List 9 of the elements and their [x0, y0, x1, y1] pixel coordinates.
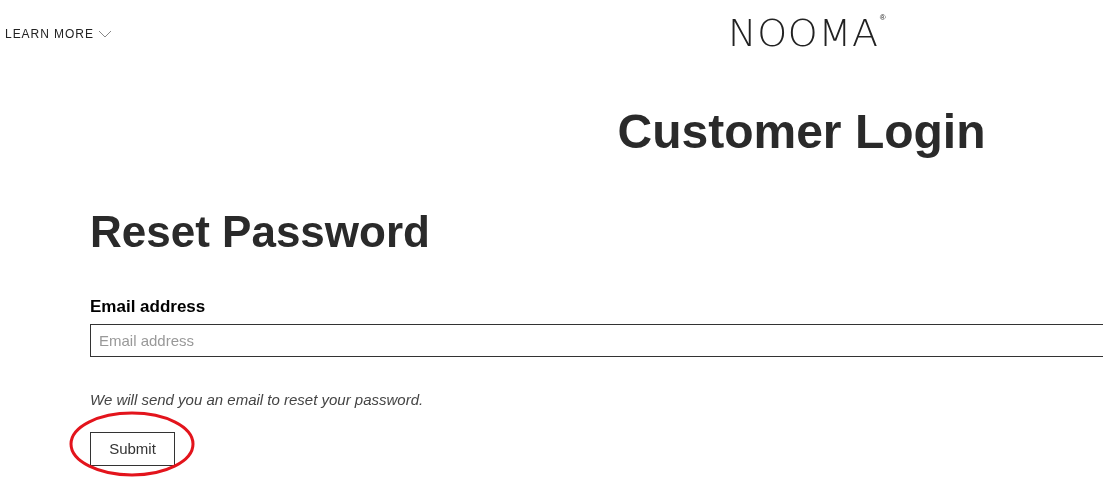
hint-text: We will send you an email to reset your password. — [90, 389, 425, 410]
logo[interactable]: NOOMA® — [728, 14, 886, 52]
submit-button[interactable]: Submit — [90, 432, 175, 466]
learn-more-menu[interactable]: LEARN MORE — [5, 25, 112, 43]
page-title: Customer Login — [617, 104, 986, 160]
form-title: Reset Password — [90, 206, 431, 258]
email-label: Email address — [90, 296, 207, 318]
chevron-down-icon — [97, 30, 112, 38]
email-field[interactable]: Email address — [90, 323, 1103, 357]
